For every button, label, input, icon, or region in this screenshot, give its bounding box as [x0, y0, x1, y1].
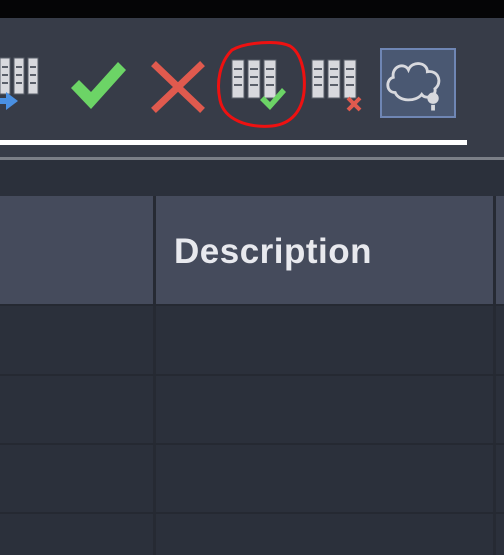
table-row-divider	[0, 374, 504, 376]
column-export-icon[interactable]	[0, 48, 44, 120]
cloud-info-icon[interactable]	[380, 48, 456, 118]
table-row-divider	[0, 304, 504, 306]
toolbar-underline	[0, 140, 467, 145]
columns-remove-icon[interactable]	[302, 48, 374, 120]
toolbar	[0, 18, 504, 158]
close-x-icon[interactable]	[142, 48, 214, 120]
table-row-divider	[0, 443, 504, 445]
checkmark-icon[interactable]	[62, 48, 134, 120]
window-top-edge	[0, 0, 504, 18]
data-grid: Description	[0, 160, 504, 555]
column-header-description[interactable]: Description	[174, 232, 372, 272]
table-row-divider	[0, 512, 504, 514]
columns-apply-icon[interactable]	[222, 48, 294, 120]
